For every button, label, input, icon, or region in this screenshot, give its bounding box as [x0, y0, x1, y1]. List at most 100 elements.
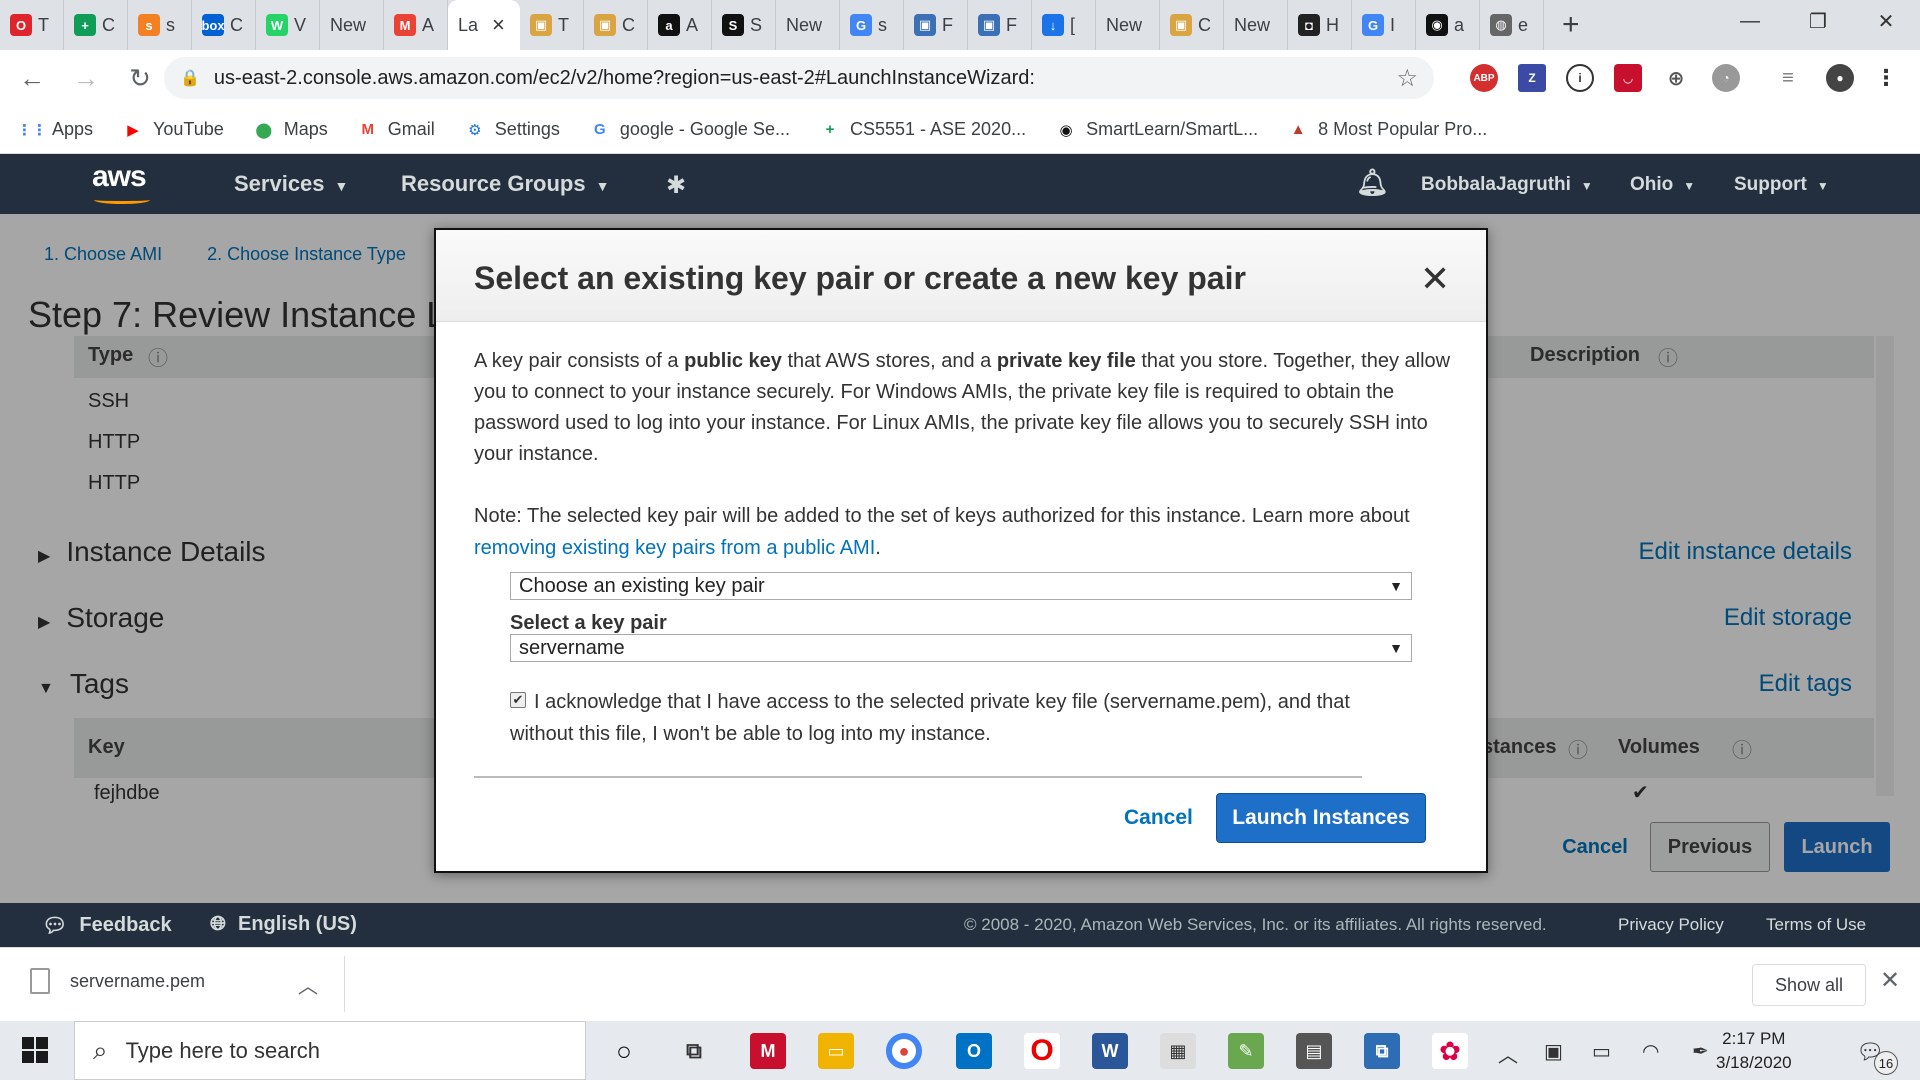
bookmark-item[interactable]: ⬤ Maps [254, 119, 327, 140]
minimize-icon[interactable]: — [1716, 0, 1784, 42]
back-arrow-icon[interactable]: ← [10, 63, 54, 94]
browser-tab[interactable]: aA [648, 0, 712, 50]
adblock-icon[interactable]: ABP [1470, 64, 1498, 92]
browser-tab[interactable]: ▣ F [968, 0, 1032, 50]
browser-tab[interactable]: ▣ C [584, 0, 648, 50]
terms-of-use-link[interactable]: Terms of Use [1766, 915, 1866, 935]
network-app-icon[interactable]: ⧉ [1364, 1033, 1400, 1069]
services-menu[interactable]: Services ▼ [234, 171, 348, 197]
pen-icon[interactable]: ✒ [1692, 1039, 1709, 1064]
browser-tab[interactable]: New [776, 0, 840, 50]
privacy-extension-icon[interactable]: ◔ [1712, 64, 1740, 92]
globe-icon[interactable]: ⊕ [1662, 64, 1690, 92]
bookmark-item[interactable]: ▲ 8 Most Popular Pro... [1288, 119, 1488, 140]
wifi-icon[interactable]: ◠ [1642, 1039, 1659, 1064]
new-tab-icon[interactable]: + [1562, 8, 1580, 42]
reload-icon[interactable]: ↻ [118, 63, 162, 94]
browser-tab[interactable]: ▣ C [1160, 0, 1224, 50]
extension-icon[interactable]: i [1566, 64, 1594, 92]
zotero-icon[interactable]: Z [1518, 64, 1546, 92]
browser-tab[interactable]: GI [1352, 0, 1416, 50]
bookmark-item[interactable]: ⋮⋮ Apps [17, 119, 93, 140]
acknowledge-checkbox[interactable]: ✔ [510, 691, 526, 708]
bookmark-item[interactable]: Ggoogle - Google Se... [590, 119, 790, 140]
browser-tab[interactable]: ▣ T [520, 0, 584, 50]
browser-tab[interactable]: Gs [840, 0, 904, 50]
battery-icon[interactable]: ▭ [1592, 1039, 1611, 1064]
avatar[interactable]: ● [1826, 64, 1854, 92]
privacy-policy-link[interactable]: Privacy Policy [1618, 915, 1724, 935]
close-icon[interactable]: ✕ [1420, 258, 1450, 300]
close-tab-icon[interactable]: × [492, 12, 505, 38]
browser-tab[interactable]: ◉ a [1416, 0, 1480, 50]
bookmark-item[interactable]: ▶ YouTube [123, 119, 224, 140]
file-explorer-icon[interactable]: ▭ [818, 1033, 854, 1069]
mcafee-taskbar-icon[interactable]: M [750, 1033, 786, 1069]
launch-instances-button[interactable]: Launch Instances [1216, 793, 1426, 843]
browser-tab[interactable]: New [1096, 0, 1160, 50]
browser-tab[interactable]: New [320, 0, 384, 50]
dialog-cancel-button[interactable]: Cancel [1124, 806, 1193, 830]
browser-tab[interactable]: + C [64, 0, 128, 50]
browser-tab[interactable]: New [1224, 0, 1288, 50]
bell-icon[interactable]: 🔔︎ [1356, 167, 1389, 198]
aws-logo[interactable]: aws [92, 160, 150, 204]
support-menu[interactable]: Support ▼ [1734, 174, 1829, 196]
region-menu[interactable]: Ohio ▼ [1630, 174, 1695, 196]
browser-tab[interactable]: ◍ e [1480, 0, 1544, 50]
word-icon[interactable]: W [1092, 1033, 1128, 1069]
browser-tab[interactable]: OT [0, 0, 64, 50]
task-view-icon[interactable]: ⧉ [676, 1033, 712, 1069]
browser-tab[interactable]: ss [128, 0, 192, 50]
media-icon[interactable]: ≡ [1774, 64, 1802, 92]
chrome-icon[interactable]: ● [886, 1033, 922, 1069]
dropdown-arrow-icon: ▼ [1389, 640, 1403, 656]
key-pair-select[interactable]: servername ▼ [510, 634, 1412, 662]
browser-tab[interactable]: ◘ H [1288, 0, 1352, 50]
bookmark-item[interactable]: M Gmail [358, 119, 435, 140]
resource-groups-menu[interactable]: Resource Groups ▼ [401, 171, 609, 197]
outlook-icon[interactable]: O [956, 1033, 992, 1069]
copyright: © 2008 - 2020, Amazon Web Services, Inc.… [964, 915, 1547, 934]
browser-tab[interactable]: SS [712, 0, 776, 50]
browser-tab[interactable]: WV [256, 0, 320, 50]
app-icon[interactable]: ▤ [1296, 1033, 1332, 1069]
taskbar-clock[interactable]: 2:17 PM 3/18/2020 [1716, 1027, 1792, 1075]
bookmark-star-icon[interactable]: ☆ [1396, 64, 1418, 93]
browser-tab[interactable]: MA [384, 0, 448, 50]
key-pair-action-select[interactable]: Choose an existing key pair ▼ [510, 572, 1412, 600]
removing-key-pairs-link[interactable]: removing existing key pairs from a publi… [474, 537, 875, 559]
bookmark-item[interactable]: + CS5551 - ASE 2020... [820, 119, 1027, 140]
snip-app-icon[interactable]: ✿ [1432, 1033, 1468, 1069]
taskbar-search-box[interactable]: ⌕ Type here to search [74, 1021, 586, 1080]
window-app-icon[interactable]: ▦ [1160, 1033, 1196, 1069]
close-icon[interactable]: ✕ [1880, 966, 1900, 995]
cortana-icon[interactable]: ○ [606, 1033, 642, 1069]
chevron-up-icon[interactable]: ︿ [1498, 1039, 1518, 1068]
chevron-up-icon[interactable]: ︿ [298, 970, 318, 999]
tray-app-icon[interactable]: ▣ [1544, 1039, 1563, 1064]
browser-tab[interactable]: box C [192, 0, 256, 50]
bookmark-item[interactable]: ◉ SmartLearn/SmartL... [1056, 119, 1259, 140]
notepad-app-icon[interactable]: ✎ [1228, 1033, 1264, 1069]
account-menu[interactable]: BobbalaJagruthi ▼ [1421, 174, 1593, 196]
show-all-button[interactable]: Show all [1752, 964, 1866, 1006]
browser-tab[interactable]: ↓[ [1032, 0, 1096, 50]
url-field[interactable]: 🔒 us-east-2.console.aws.amazon.com/ec2/v… [164, 57, 1434, 99]
bookmark-item[interactable]: ⚙ Settings [465, 119, 560, 140]
chevron-down-icon: ▼ [1816, 179, 1829, 193]
pin-icon[interactable]: ✱ [666, 171, 686, 200]
close-window-icon[interactable]: ✕ [1852, 0, 1920, 42]
opera-icon[interactable]: O [1024, 1033, 1060, 1069]
language-selector[interactable]: 🌐︎ English (US) [210, 913, 357, 936]
menu-icon[interactable]: ⋮ [1872, 64, 1900, 92]
feedback-link[interactable]: 💬︎ Feedback [42, 913, 172, 938]
windows-start-icon[interactable] [22, 1037, 48, 1063]
forward-arrow-icon[interactable]: → [64, 63, 108, 94]
maximize-icon[interactable]: ❐ [1784, 0, 1852, 42]
mcafee-icon[interactable]: ◡ [1614, 64, 1642, 92]
download-item[interactable]: servername.pem [30, 968, 205, 994]
browser-tab[interactable]: La × [448, 0, 520, 50]
browser-tab[interactable]: ▣ F [904, 0, 968, 50]
search-icon: ⌕ [93, 1034, 108, 1065]
